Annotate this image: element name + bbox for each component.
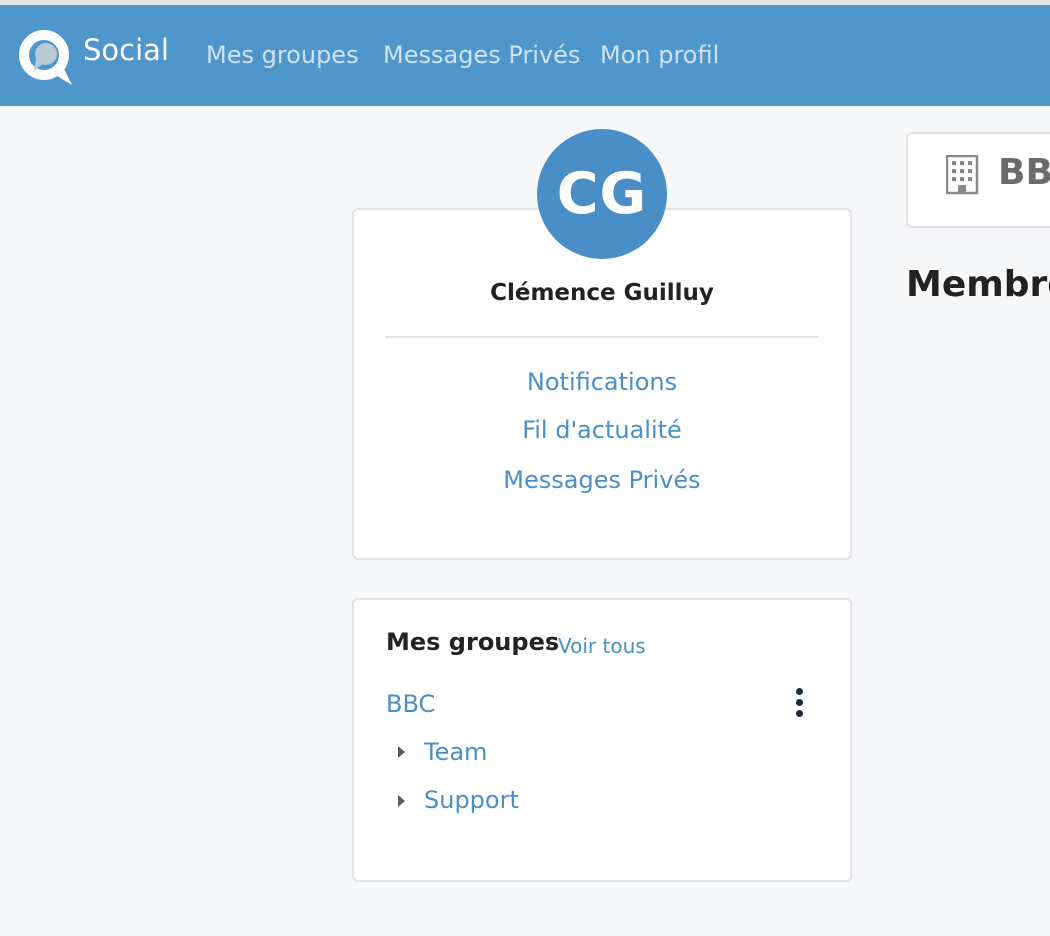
title-separator: · <box>546 636 552 657</box>
top-navbar: Social Mes groupes Messages Privés Mon p… <box>0 5 1050 106</box>
building-icon <box>946 155 979 195</box>
my-groups-title: Mes groupes <box>386 628 560 656</box>
see-all-groups-link[interactable]: Voir tous <box>558 634 646 658</box>
group-options-kebab-icon[interactable] <box>792 688 808 720</box>
subgroup-link-team[interactable]: Team <box>424 738 487 766</box>
profile-link-fil-actualite[interactable]: Fil d'actualité <box>352 416 852 444</box>
profile-link-notifications[interactable]: Notifications <box>352 368 852 396</box>
profile-link-messages-prives[interactable]: Messages Privés <box>352 466 852 494</box>
avatar[interactable]: CG <box>537 129 667 259</box>
nav-link-mes-groupes[interactable]: Mes groupes <box>206 41 359 69</box>
expand-caret-icon[interactable] <box>398 746 405 758</box>
profile-divider <box>385 336 819 338</box>
expand-caret-icon[interactable] <box>398 795 405 807</box>
group-link-bbc[interactable]: BBC <box>386 690 435 718</box>
members-section-title: Membres <box>906 264 1050 305</box>
nav-link-mon-profil[interactable]: Mon profil <box>600 41 719 69</box>
brand-name[interactable]: Social <box>83 33 169 67</box>
chat-bubble-logo-icon[interactable] <box>18 29 74 87</box>
nav-link-messages-prives[interactable]: Messages Privés <box>383 41 580 69</box>
profile-name: Clémence Guilluy <box>490 280 714 306</box>
subgroup-link-support[interactable]: Support <box>424 786 519 814</box>
group-header-name: BBC <box>998 152 1050 193</box>
